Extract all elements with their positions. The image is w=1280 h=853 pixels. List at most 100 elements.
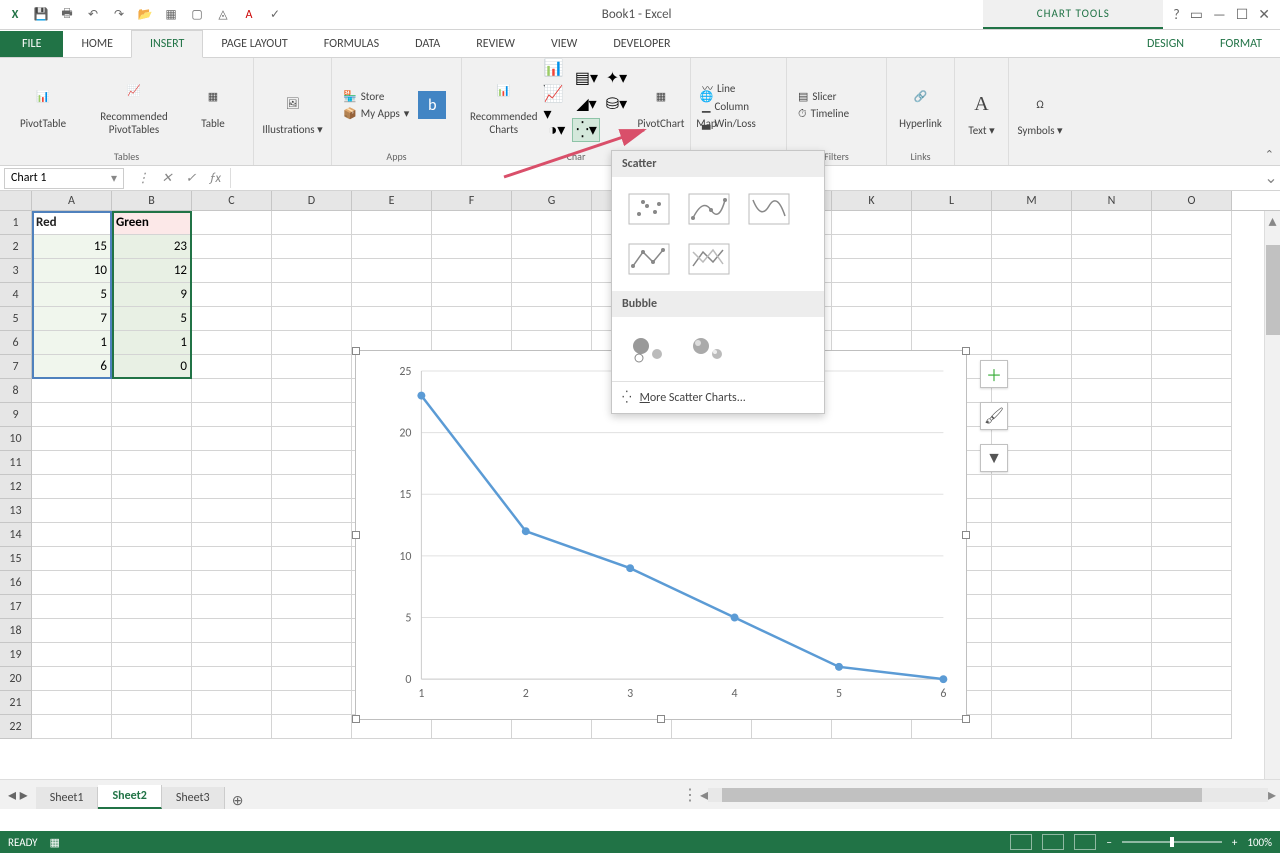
tab-pagelayout[interactable]: PAGE LAYOUT (203, 31, 305, 57)
cell[interactable]: 12 (112, 259, 192, 283)
row-header[interactable]: 4 (0, 283, 32, 307)
cell[interactable] (272, 307, 352, 331)
column-header[interactable]: M (992, 191, 1072, 210)
store-button[interactable]: 🏪 Store (340, 89, 412, 104)
pie-chart-icon[interactable]: ◑▾ (543, 119, 569, 141)
cell[interactable] (992, 667, 1072, 691)
cell[interactable] (192, 451, 272, 475)
cell[interactable] (992, 331, 1072, 355)
add-sheet-button[interactable]: ⊕ (225, 792, 251, 809)
cell[interactable]: Red (32, 211, 112, 235)
pivottable-button[interactable]: 📊PivotTable (8, 81, 78, 130)
cell[interactable] (1072, 283, 1152, 307)
cell[interactable]: 5 (112, 307, 192, 331)
zoom-level[interactable]: 100% (1247, 836, 1272, 849)
pivotchart-button[interactable]: ▦PivotChart (637, 81, 684, 130)
cell[interactable] (192, 715, 272, 739)
cell[interactable] (432, 259, 512, 283)
cell[interactable] (912, 283, 992, 307)
cell[interactable]: 0 (112, 355, 192, 379)
cell[interactable] (1152, 475, 1232, 499)
cell[interactable] (192, 283, 272, 307)
column-header[interactable]: E (352, 191, 432, 210)
cell[interactable] (112, 571, 192, 595)
cell[interactable]: 6 (32, 355, 112, 379)
cell[interactable] (112, 691, 192, 715)
row-header[interactable]: 5 (0, 307, 32, 331)
cell[interactable] (272, 355, 352, 379)
cell[interactable] (192, 643, 272, 667)
cell[interactable] (1152, 379, 1232, 403)
cell[interactable] (1152, 547, 1232, 571)
line-chart-icon[interactable]: 📈▾ (543, 93, 569, 115)
sparkline-line-button[interactable]: 〰 Line (699, 79, 759, 97)
cell[interactable] (32, 379, 112, 403)
bar-chart-icon[interactable]: ▤▾ (573, 67, 599, 89)
cell[interactable] (1072, 331, 1152, 355)
cell[interactable] (112, 523, 192, 547)
print-icon[interactable]: 🖶 (56, 4, 78, 26)
row-header[interactable]: 2 (0, 235, 32, 259)
resize-handle[interactable] (352, 715, 360, 723)
bubble-3d-icon[interactable] (684, 329, 734, 369)
open-icon[interactable]: 📂 (134, 4, 156, 26)
ribbon-options-icon[interactable]: ▭ (1190, 6, 1203, 23)
cell[interactable] (32, 403, 112, 427)
resize-handle[interactable] (352, 347, 360, 355)
help-icon[interactable]: ? (1173, 6, 1180, 23)
resize-handle[interactable] (657, 715, 665, 723)
cell[interactable] (1072, 643, 1152, 667)
row-header[interactable]: 18 (0, 619, 32, 643)
cell[interactable] (352, 259, 432, 283)
cell[interactable] (1072, 259, 1152, 283)
minimize-icon[interactable]: — (1213, 6, 1226, 23)
sheet-nav[interactable]: ◂ ▸ (0, 780, 36, 809)
cell[interactable] (272, 691, 352, 715)
column-header[interactable]: G (512, 191, 592, 210)
horizontal-scrollbar[interactable]: ⋮ ◂ ▸ (251, 780, 1280, 809)
cell[interactable] (112, 667, 192, 691)
cell[interactable] (832, 259, 912, 283)
cell[interactable] (1152, 595, 1232, 619)
cell[interactable] (1152, 643, 1232, 667)
row-header[interactable]: 9 (0, 403, 32, 427)
column-header[interactable]: A (32, 191, 112, 210)
cell[interactable] (992, 259, 1072, 283)
column-header[interactable]: C (192, 191, 272, 210)
cell[interactable]: 10 (32, 259, 112, 283)
cell[interactable] (32, 571, 112, 595)
cell[interactable] (1152, 355, 1232, 379)
cell[interactable] (1072, 499, 1152, 523)
cell[interactable] (32, 643, 112, 667)
area-chart-icon[interactable]: ◢▾ (573, 93, 599, 115)
scatter-smooth-icon[interactable] (744, 189, 794, 229)
cell[interactable] (272, 259, 352, 283)
select-all-corner[interactable] (0, 191, 32, 210)
symbols-button[interactable]: ΩSymbols ▾ (1017, 88, 1063, 137)
cell[interactable] (912, 211, 992, 235)
cell[interactable] (192, 499, 272, 523)
excel-icon[interactable]: X (4, 4, 26, 26)
vertical-scrollbar[interactable]: ▴ (1264, 211, 1280, 779)
tab-insert[interactable]: INSERT (131, 30, 203, 58)
cell[interactable] (192, 475, 272, 499)
cell[interactable] (912, 259, 992, 283)
chart-filters-button[interactable]: ▼ (980, 444, 1008, 472)
row-header[interactable]: 16 (0, 571, 32, 595)
row-header[interactable]: 12 (0, 475, 32, 499)
cell[interactable] (272, 547, 352, 571)
expand-formula-icon[interactable]: ⌄ (1262, 168, 1280, 188)
cell[interactable] (1072, 691, 1152, 715)
zoom-out-icon[interactable]: − (1106, 836, 1111, 849)
scatter-lines-icon[interactable] (684, 239, 734, 279)
text-button[interactable]: AText ▾ (963, 88, 1000, 137)
cell[interactable] (832, 283, 912, 307)
maximize-icon[interactable]: ☐ (1236, 6, 1249, 23)
save-icon[interactable]: 💾 (30, 4, 52, 26)
cell[interactable] (512, 235, 592, 259)
cell[interactable] (352, 283, 432, 307)
cell[interactable] (352, 211, 432, 235)
cell[interactable] (992, 547, 1072, 571)
bubble-2d-icon[interactable] (624, 329, 674, 369)
resize-handle[interactable] (962, 531, 970, 539)
